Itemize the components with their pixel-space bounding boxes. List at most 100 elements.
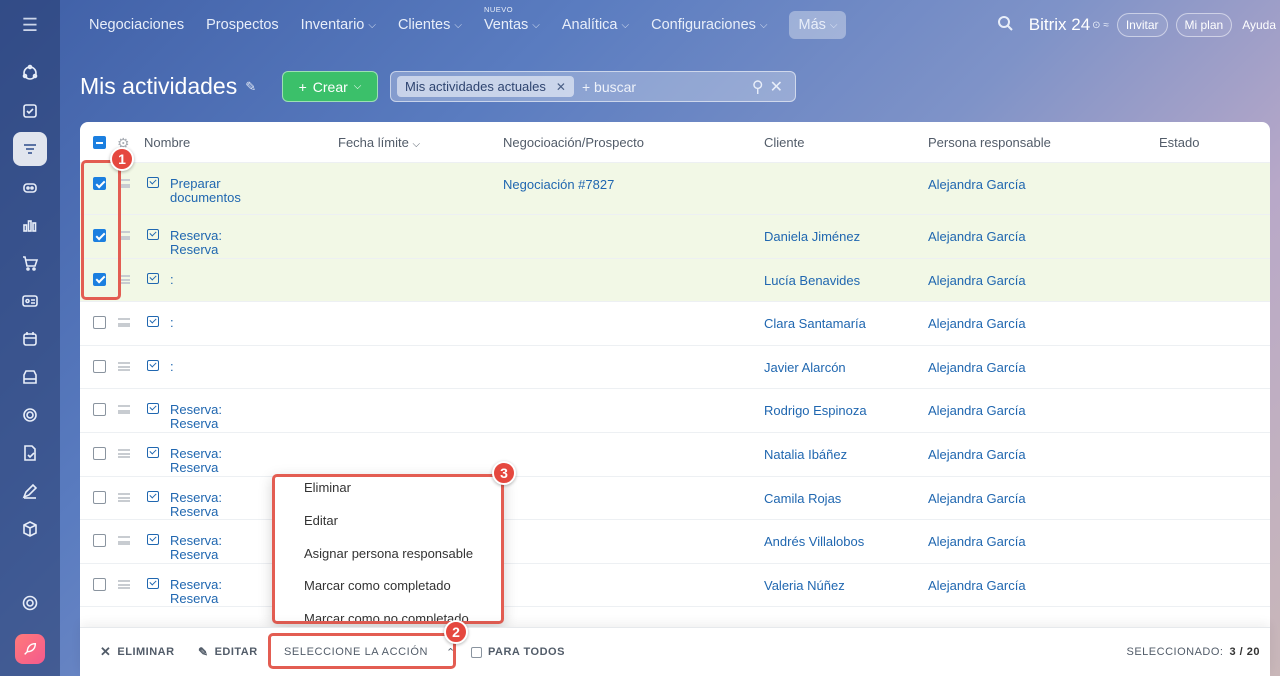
responsible-link[interactable]: Alejandra García (928, 177, 1026, 192)
activity-name-link[interactable]: Reserva: Reserva (170, 534, 260, 562)
pen-icon[interactable] (13, 474, 47, 508)
search-icon[interactable] (997, 15, 1013, 36)
responsible-link[interactable]: Alejandra García (928, 273, 1026, 288)
nav-item-6[interactable]: Configuraciones ⌵ (651, 17, 767, 33)
client-link[interactable]: Valeria Núñez (764, 578, 845, 593)
activity-name-link[interactable]: Preparar documentos (170, 177, 260, 205)
dropdown-item-complete[interactable]: Marcar como completado (304, 578, 451, 593)
nav-item-2[interactable]: Inventario ⌵ (301, 17, 376, 33)
table-row[interactable]: : Lucía Benavides Alejandra García (80, 258, 1270, 303)
settings-icon[interactable] (13, 586, 47, 620)
client-link[interactable]: Rodrigo Espinoza (764, 403, 867, 418)
filter-chip[interactable]: Mis actividades actuales ✕ (397, 76, 574, 97)
row-checkbox[interactable] (93, 534, 106, 548)
select-all-checkbox[interactable] (93, 136, 106, 149)
target-icon[interactable] (13, 398, 47, 432)
column-name[interactable]: Nombre (144, 135, 190, 150)
search-input[interactable]: + buscar (582, 79, 636, 95)
client-link[interactable]: Daniela Jiménez (764, 229, 860, 244)
my-plan-button[interactable]: Mi plan (1175, 13, 1233, 37)
copilot-icon[interactable] (13, 170, 47, 204)
client-link[interactable]: Clara Santamaría (764, 316, 866, 331)
drag-handle-icon[interactable] (118, 405, 130, 415)
nav-item-0[interactable]: Negociaciones (89, 17, 184, 33)
responsible-link[interactable]: Alejandra García (928, 578, 1026, 593)
brand-logo[interactable]: Bitrix 24 ⊙ ≈ (1029, 15, 1109, 35)
dropdown-item-delete[interactable]: Eliminar (304, 480, 351, 495)
pin-icon[interactable]: ✎ (245, 79, 256, 95)
client-link[interactable]: Camila Rojas (764, 491, 841, 506)
activity-name-link[interactable]: Reserva: Reserva (170, 446, 260, 475)
activity-name-link[interactable]: : (170, 359, 260, 374)
activity-name-link[interactable]: Reserva: Reserva (170, 577, 260, 606)
drag-handle-icon[interactable] (118, 318, 130, 328)
contact-card-icon[interactable] (13, 284, 47, 318)
client-link[interactable]: Natalia Ibáñez (764, 447, 847, 462)
filter-search-box[interactable]: Mis actividades actuales ✕ + buscar ⚲ ✕ (390, 71, 796, 102)
deal-link[interactable]: Negociación #7827 (503, 177, 614, 192)
calendar-icon[interactable] (13, 322, 47, 356)
nav-item-3[interactable]: Clientes ⌵ (398, 17, 462, 33)
responsible-link[interactable]: Alejandra García (928, 316, 1026, 331)
help-link[interactable]: Ayuda (1242, 18, 1276, 32)
row-checkbox[interactable] (93, 490, 106, 504)
row-checkbox[interactable] (93, 316, 106, 330)
column-deadline[interactable]: Fecha límite ⌵ (338, 135, 420, 150)
table-row[interactable]: : Clara Santamaría Alejandra García (80, 302, 1270, 346)
rocket-icon[interactable] (15, 634, 45, 664)
invite-button[interactable]: Invitar (1116, 13, 1168, 37)
activity-name-link[interactable]: Reserva: Reserva (170, 490, 260, 519)
drag-handle-icon[interactable] (118, 579, 130, 589)
table-row[interactable]: Preparar documentos Negociación #7827 Al… (80, 163, 1270, 215)
nav-item-4[interactable]: NUEVO Ventas ⌵ (484, 5, 540, 33)
delete-button[interactable]: ✕ ELIMINAR (100, 644, 175, 660)
table-row[interactable]: : Javier Alarcón Alejandra García (80, 346, 1270, 390)
row-checkbox[interactable] (93, 403, 106, 417)
column-responsible[interactable]: Persona responsable (928, 135, 1051, 150)
row-checkbox[interactable] (93, 359, 106, 373)
search-icon[interactable]: ⚲ (752, 77, 764, 97)
row-checkbox[interactable] (93, 446, 106, 460)
table-row[interactable]: Reserva: Reserva Daniela Jiménez Alejand… (80, 215, 1270, 259)
responsible-link[interactable]: Alejandra García (928, 403, 1026, 418)
for-all-toggle[interactable]: PARA TODOS (471, 646, 565, 658)
table-row[interactable]: Reserva: Reserva Camila Rojas Alejandra … (80, 477, 1270, 521)
analytics-icon[interactable] (13, 208, 47, 242)
client-link[interactable]: Andrés Villalobos (764, 534, 864, 549)
table-row[interactable]: Reserva: Reserva Andrés Villalobos Aleja… (80, 520, 1270, 564)
edit-button[interactable]: ✎ EDITAR (198, 645, 258, 659)
activity-name-link[interactable]: Reserva: Reserva (170, 403, 260, 431)
column-deal[interactable]: Negocioación/Prospecto (503, 135, 644, 150)
column-status[interactable]: Estado (1159, 135, 1199, 150)
activity-name-link[interactable]: : (170, 272, 260, 287)
table-row[interactable]: Reserva: Reserva Natalia Ibáñez Alejandr… (80, 433, 1270, 477)
responsible-link[interactable]: Alejandra García (928, 491, 1026, 506)
for-all-checkbox[interactable] (471, 646, 482, 658)
feed-icon[interactable] (13, 56, 47, 90)
activity-name-link[interactable]: : (170, 316, 260, 330)
responsible-link[interactable]: Alejandra García (928, 447, 1026, 462)
close-icon[interactable]: ✕ (556, 80, 566, 94)
client-link[interactable]: Lucía Benavides (764, 273, 860, 288)
create-button[interactable]: + Crear ⌵ (282, 71, 378, 102)
responsible-link[interactable]: Alejandra García (928, 229, 1026, 244)
row-checkbox[interactable] (93, 577, 106, 591)
responsible-link[interactable]: Alejandra García (928, 360, 1026, 375)
dropdown-item-uncomplete[interactable]: Marcar como no completado (304, 611, 469, 621)
drag-handle-icon[interactable] (118, 492, 130, 502)
drag-handle-icon[interactable] (118, 448, 130, 458)
menu-icon[interactable]: ☰ (16, 14, 44, 36)
table-row[interactable]: Reserva: Reserva Valeria Núñez Alejandra… (80, 564, 1270, 608)
nav-item-1[interactable]: Prospectos (206, 17, 279, 33)
drag-handle-icon[interactable] (118, 536, 130, 546)
box-icon[interactable] (13, 512, 47, 546)
cart-icon[interactable] (13, 246, 47, 280)
responsible-link[interactable]: Alejandra García (928, 534, 1026, 549)
nav-item-7[interactable]: Más ⌵ (789, 11, 847, 39)
dropdown-item-assign[interactable]: Asignar persona responsable (304, 546, 473, 561)
column-client[interactable]: Cliente (764, 135, 804, 150)
document-sign-icon[interactable] (13, 436, 47, 470)
activity-name-link[interactable]: Reserva: Reserva (170, 229, 260, 257)
client-link[interactable]: Javier Alarcón (764, 360, 846, 375)
drag-handle-icon[interactable] (118, 361, 130, 371)
